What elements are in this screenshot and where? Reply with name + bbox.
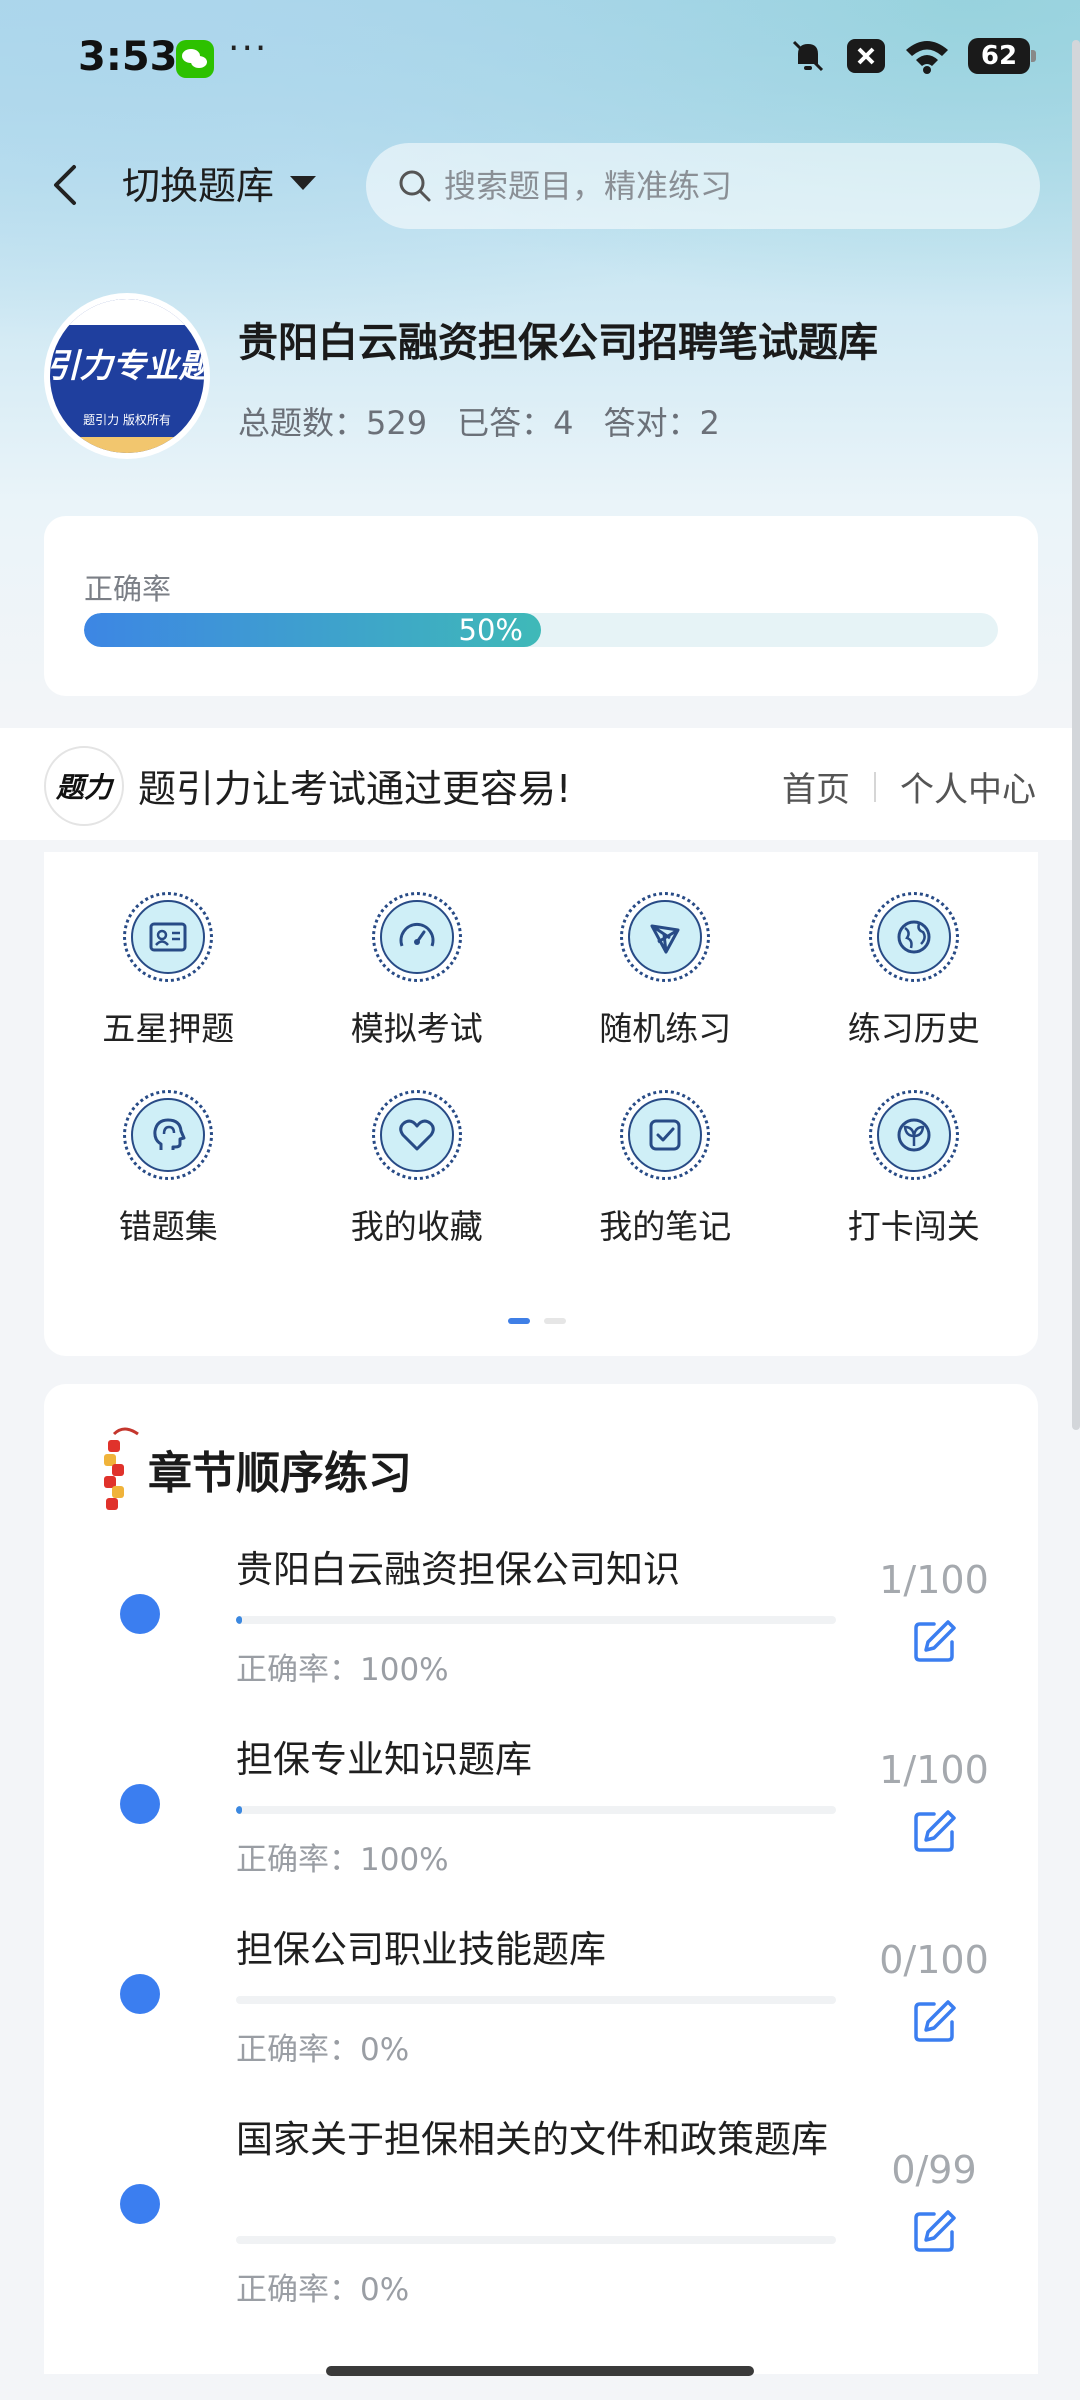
menu-item-five-star[interactable]: 五星押题 — [44, 892, 293, 1050]
chapter-accuracy: 正确率：100% — [236, 1842, 449, 1878]
menu-item-wrong-questions[interactable]: 错题集 — [44, 1090, 293, 1248]
accuracy-card: 正确率 50% — [44, 516, 1038, 696]
back-button[interactable] — [40, 150, 90, 220]
check-note-icon — [649, 1119, 681, 1151]
chapter-name: 担保公司职业技能题库 — [236, 1928, 606, 1971]
search-input[interactable] — [444, 167, 1004, 205]
profile-link[interactable]: 个人中心 — [900, 762, 1036, 811]
menu-item-notes[interactable]: 我的笔记 — [541, 1090, 790, 1248]
edit-icon[interactable] — [912, 2208, 958, 2254]
battery-indicator: 62 — [968, 38, 1036, 74]
slogan-bar: 题力 题引力让考试通过更容易! 首页 个人中心 — [0, 728, 1080, 840]
link-divider — [874, 771, 876, 802]
accuracy-progress-bar: 50% — [84, 613, 998, 647]
scrollbar[interactable] — [1072, 40, 1080, 1430]
status-time: 3:53 — [78, 34, 178, 80]
menu-label: 打卡闯关 — [847, 1207, 980, 1246]
answered-count: 已答：4 — [457, 404, 574, 442]
head-icon — [153, 1118, 186, 1150]
chapter-progress-fill — [236, 1616, 242, 1624]
heart-icon — [399, 1119, 435, 1151]
chapter-name: 担保专业知识题库 — [236, 1738, 532, 1781]
chevron-left-icon — [54, 165, 76, 205]
home-indicator[interactable] — [326, 2366, 754, 2376]
chapter-dot — [120, 1594, 160, 1634]
chapter-progress-bar — [236, 1996, 836, 2004]
menu-label: 我的笔记 — [599, 1207, 732, 1246]
correct-count: 答对：2 — [603, 404, 720, 442]
switch-bank-dropdown[interactable]: 切换题库 — [122, 155, 317, 210]
menu-label: 随机练习 — [599, 1009, 732, 1048]
chapter-count: 1/100 — [879, 1558, 989, 1602]
search-bar[interactable] — [366, 143, 1040, 229]
edit-icon[interactable] — [912, 1998, 958, 2044]
chapter-progress-bar — [236, 1616, 836, 1624]
chapter-title: 章节顺序练习 — [148, 1448, 412, 1499]
page-indicator — [508, 1318, 566, 1324]
accuracy-value: 50% — [458, 613, 523, 647]
chapter-progress-fill — [236, 1806, 242, 1814]
menu-item-favorites[interactable]: 我的收藏 — [293, 1090, 542, 1248]
chapter-dot — [120, 1974, 160, 2014]
menu-label: 我的收藏 — [350, 1207, 483, 1246]
chapter-accuracy: 正确率：100% — [236, 1652, 449, 1688]
slogan-links: 首页 个人中心 — [782, 762, 1036, 811]
chapter-progress-bar — [236, 2236, 836, 2244]
menu-label: 练习历史 — [847, 1009, 980, 1048]
page-dot-active — [508, 1318, 530, 1324]
mute-bell-icon — [792, 40, 824, 72]
bank-stats: 总题数：529 已答：4 答对：2 — [238, 398, 720, 444]
menu-item-checkin[interactable]: 打卡闯关 — [790, 1090, 1039, 1248]
chapter-practice-card: 章节顺序练习 贵阳白云融资担保公司知识 正确率：100% 1/100 担保专业知… — [44, 1384, 1038, 2374]
chapter-name: 贵阳白云融资担保公司知识 — [236, 1548, 680, 1591]
bank-logo-text: 引力专业题 — [50, 346, 204, 385]
wifi-icon — [906, 41, 948, 74]
status-bar: 3:53 ··· 62 — [0, 0, 1080, 120]
chapter-dot — [120, 2184, 160, 2224]
accuracy-progress-fill: 50% — [84, 613, 541, 647]
bank-title: 贵阳白云融资担保公司招聘笔试题库 — [238, 320, 878, 366]
chapter-header: 章节顺序练习 — [94, 1424, 412, 1514]
menu-item-random-practice[interactable]: 随机练习 — [541, 892, 790, 1050]
menu-item-mock-exam[interactable]: 模拟考试 — [293, 892, 542, 1050]
edit-icon[interactable] — [912, 1618, 958, 1664]
more-notifications-icon: ··· — [228, 28, 269, 69]
home-link[interactable]: 首页 — [782, 762, 850, 811]
search-icon — [399, 170, 431, 202]
switch-bank-label: 切换题库 — [122, 164, 275, 208]
menu-label: 模拟考试 — [350, 1009, 483, 1048]
brand-logo: 题力 — [44, 746, 124, 826]
accuracy-label: 正确率 — [84, 572, 172, 606]
wechat-notification-icon — [176, 40, 214, 78]
menu-item-history[interactable]: 练习历史 — [790, 892, 1039, 1050]
menu-label: 五星押题 — [102, 1009, 235, 1048]
chapter-name: 国家关于担保相关的文件和政策题库 — [236, 2118, 828, 2161]
chapter-accuracy: 正确率：0% — [236, 2272, 410, 2308]
total-questions: 总题数：529 — [238, 404, 428, 442]
chapter-dot — [120, 1784, 160, 1824]
chapter-count: 0/99 — [891, 2148, 977, 2192]
feature-menu: 五星押题 模拟考试 随机练习 练习历史 错题集 我的收藏 我的笔记 打卡闯关 — [44, 852, 1038, 1356]
bank-logo-subtext: 题引力 版权所有 — [83, 413, 171, 427]
globe-icon — [897, 920, 931, 954]
bank-logo: 引力专业题 题引力 版权所有 — [44, 293, 210, 459]
chapter-accuracy: 正确率：0% — [236, 2032, 410, 2068]
sim-off-icon — [847, 39, 885, 73]
status-icons: 62 — [788, 36, 1036, 76]
chapter-progress-bar — [236, 1806, 836, 1814]
page-dot — [544, 1318, 566, 1324]
slogan-text: 题引力让考试通过更容易! — [138, 767, 572, 811]
chapter-count: 0/100 — [879, 1938, 989, 1982]
speedometer-icon — [399, 923, 435, 947]
network-icon — [650, 924, 680, 954]
feature-grid: 五星押题 模拟考试 随机练习 练习历史 错题集 我的收藏 我的笔记 打卡闯关 — [44, 892, 1038, 1248]
edit-icon[interactable] — [912, 1808, 958, 1854]
chapter-count: 1/100 — [879, 1748, 989, 1792]
sprout-icon — [897, 1118, 931, 1152]
caret-down-icon — [290, 175, 317, 190]
id-card-icon — [149, 922, 187, 952]
menu-label: 错题集 — [118, 1207, 218, 1246]
firecracker-icon — [104, 1427, 139, 1510]
